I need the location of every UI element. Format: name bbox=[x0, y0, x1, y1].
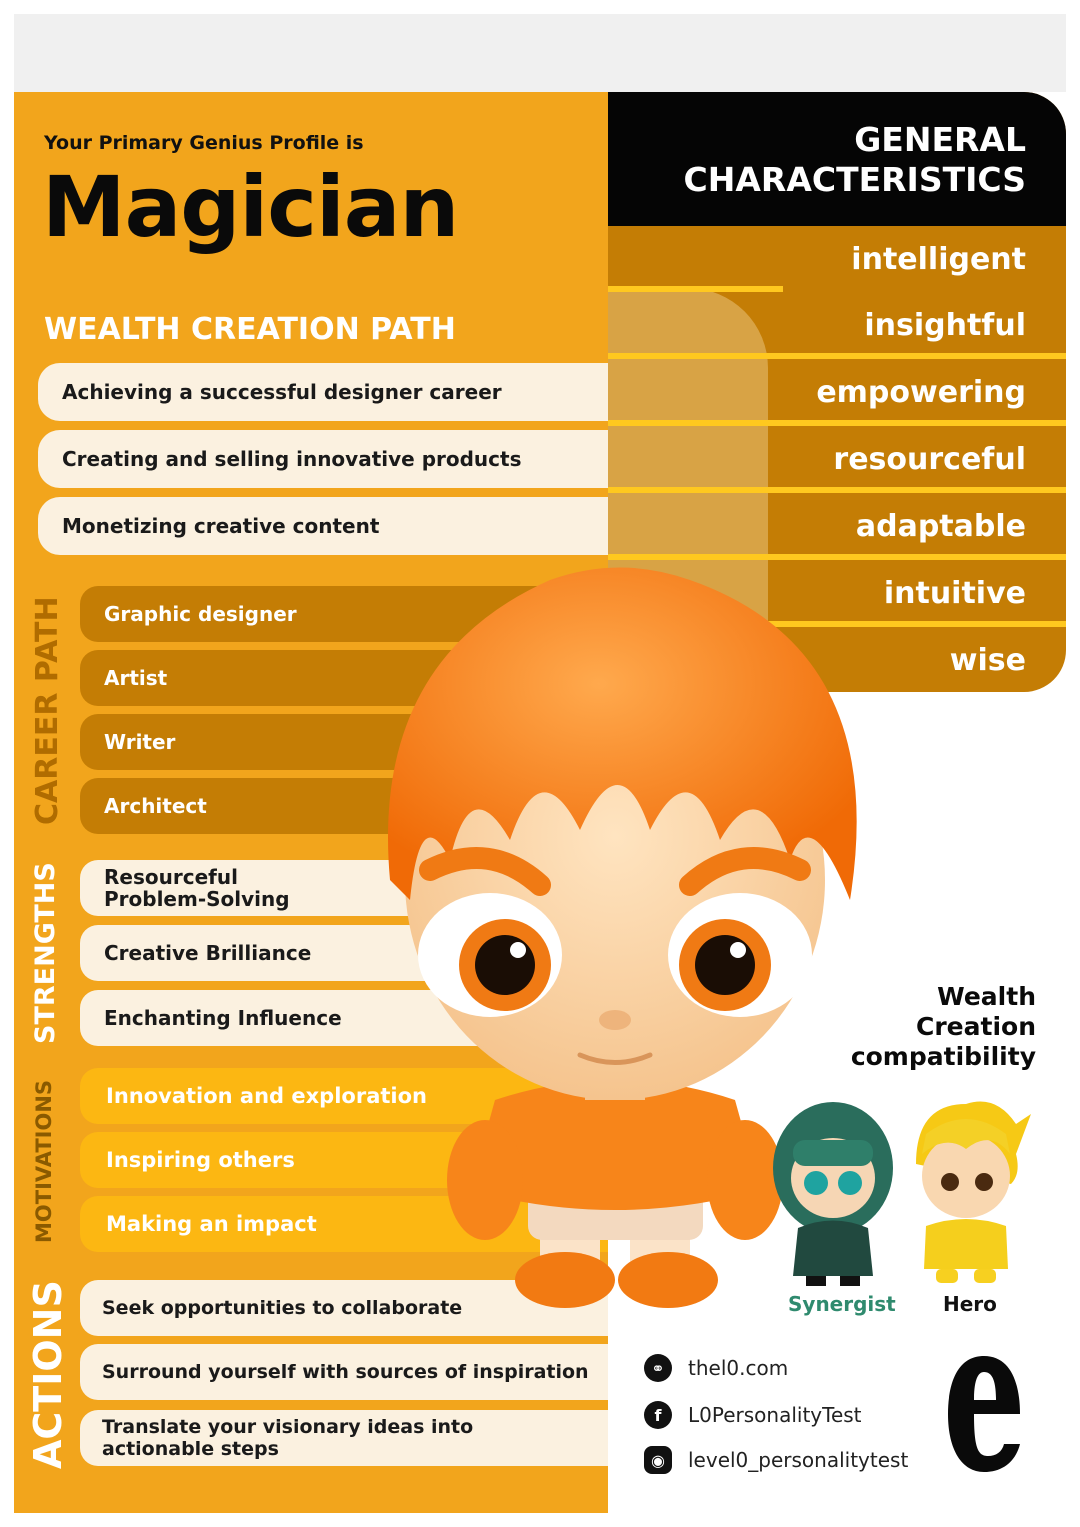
action-item: Translate your visionary ideas into acti… bbox=[80, 1410, 608, 1466]
hero-character-illustration bbox=[916, 1101, 1031, 1283]
motivation-item-label: Making an impact bbox=[106, 1212, 317, 1236]
wealth-path-item-label: Achieving a successful designer career bbox=[62, 380, 502, 404]
strength-line: Problem-Solving bbox=[104, 887, 290, 911]
characteristics-title: GENERAL CHARACTERISTICS bbox=[684, 120, 1026, 200]
right-shoe bbox=[618, 1252, 718, 1308]
wealth-path-item: Achieving a successful designer career bbox=[38, 363, 608, 421]
trait-intelligent: intelligent bbox=[851, 242, 1026, 277]
compatibility-title-line: Creation bbox=[916, 1012, 1036, 1041]
social-instagram-label: level0_personalitytest bbox=[688, 1448, 909, 1472]
profile-title: Magician bbox=[42, 158, 459, 256]
compat-synergist-label: Synergist bbox=[788, 1292, 896, 1316]
strengths-label: STRENGTHS bbox=[30, 862, 61, 1044]
strength-line: Resourceful bbox=[104, 865, 238, 889]
synergist-body bbox=[793, 1220, 873, 1276]
trait-adaptable: adaptable bbox=[855, 509, 1026, 544]
wealth-path-item: Creating and selling innovative products bbox=[38, 430, 608, 488]
characteristics-title-line: CHARACTERISTICS bbox=[683, 160, 1026, 199]
trait-wise: wise bbox=[949, 643, 1026, 678]
social-instagram[interactable]: ◉ level0_personalitytest bbox=[644, 1446, 908, 1474]
characteristics-title-line: GENERAL bbox=[854, 120, 1026, 159]
left-eye-highlight bbox=[510, 942, 526, 958]
wealth-path-title: WEALTH CREATION PATH bbox=[44, 312, 456, 347]
profile-subtitle: Your Primary Genius Profile is bbox=[44, 132, 364, 154]
strength-item-label: Creative Brilliance bbox=[104, 941, 312, 965]
hero-right-shoe bbox=[974, 1269, 996, 1283]
action-item-label: Translate your visionary ideas into acti… bbox=[102, 1416, 473, 1460]
characteristics-header: GENERAL CHARACTERISTICS bbox=[608, 92, 1066, 226]
actions-label: ACTIONS bbox=[26, 1280, 70, 1470]
hero-left-eye bbox=[941, 1173, 959, 1191]
compatibility-title-line: compatibility bbox=[850, 1042, 1036, 1071]
globe-icon: ⚭ bbox=[644, 1354, 672, 1382]
motivation-item-label: Inspiring others bbox=[106, 1148, 295, 1172]
synergist-left-eye bbox=[804, 1171, 828, 1195]
action-item: Surround yourself with sources of inspir… bbox=[80, 1344, 608, 1400]
left-pupil bbox=[475, 935, 535, 995]
career-item-label: Artist bbox=[104, 666, 168, 690]
right-pupil bbox=[695, 935, 755, 995]
social-facebook[interactable]: f L0PersonalityTest bbox=[644, 1401, 862, 1429]
social-website-label: thel0.com bbox=[688, 1356, 789, 1380]
compatibility-title-line: Wealth bbox=[937, 982, 1036, 1011]
stripe bbox=[608, 286, 783, 292]
wealth-path-item-label: Monetizing creative content bbox=[62, 514, 380, 538]
left-shoe bbox=[515, 1252, 615, 1308]
career-item-label: Writer bbox=[104, 730, 176, 754]
compat-hero-label: Hero bbox=[943, 1292, 997, 1316]
stripe bbox=[608, 353, 1066, 359]
stripe bbox=[608, 420, 1066, 426]
action-line: actionable steps bbox=[102, 1438, 279, 1460]
trait-resourceful: resourceful bbox=[833, 442, 1026, 477]
career-path-label: CAREER PATH bbox=[30, 596, 65, 826]
career-item-label: Graphic designer bbox=[104, 602, 297, 626]
instagram-icon: ◉ bbox=[644, 1446, 672, 1474]
hero-left-shoe bbox=[936, 1269, 958, 1283]
synergist-character-illustration bbox=[773, 1102, 893, 1286]
social-facebook-label: L0PersonalityTest bbox=[688, 1403, 862, 1427]
career-item-label: Architect bbox=[104, 794, 207, 818]
motivations-label: MOTIVATIONS bbox=[32, 1079, 56, 1243]
synergist-left-boot bbox=[806, 1276, 826, 1286]
trait-insightful: insightful bbox=[864, 308, 1026, 343]
top-band bbox=[14, 14, 1066, 92]
left-arm bbox=[447, 1120, 523, 1240]
stripe bbox=[608, 487, 1066, 493]
right-eye-highlight bbox=[730, 942, 746, 958]
nose bbox=[599, 1010, 631, 1030]
trait-empowering: empowering bbox=[816, 375, 1026, 410]
action-line: Translate your visionary ideas into bbox=[102, 1416, 474, 1438]
strength-item-label: Resourceful Problem-Solving bbox=[104, 866, 290, 910]
action-item-label: Surround yourself with sources of inspir… bbox=[102, 1361, 589, 1383]
wealth-path-item-label: Creating and selling innovative products bbox=[62, 447, 522, 471]
facebook-icon: f bbox=[644, 1401, 672, 1429]
synergist-right-eye bbox=[838, 1171, 862, 1195]
brand-logo bbox=[948, 1356, 1020, 1472]
social-website[interactable]: ⚭ thel0.com bbox=[644, 1354, 788, 1382]
hero-jacket bbox=[924, 1219, 1008, 1269]
compatibility-title: Wealth Creation compatibility bbox=[851, 982, 1036, 1072]
synergist-headband bbox=[793, 1140, 873, 1166]
synergist-right-boot bbox=[840, 1276, 860, 1286]
hero-right-eye bbox=[975, 1173, 993, 1191]
brand-logo-mark bbox=[948, 1356, 1020, 1472]
